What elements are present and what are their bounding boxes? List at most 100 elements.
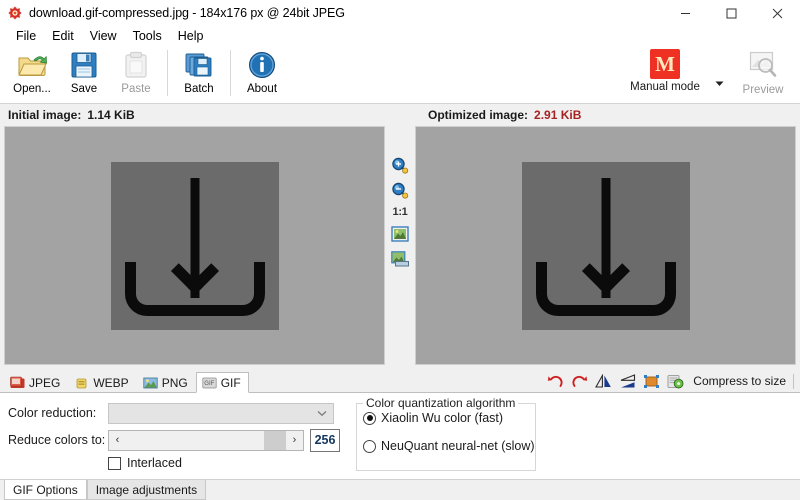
open-button-label: Open... bbox=[13, 83, 51, 95]
optimized-download-arrow-icon bbox=[521, 161, 690, 330]
reduce-colors-value[interactable]: 256 bbox=[310, 428, 340, 452]
format-tab-strip: JPEG WEBP PNG GIF GIF Compress to size bbox=[0, 369, 800, 393]
interlaced-checkbox[interactable] bbox=[108, 456, 121, 470]
quantization-group-title: Color quantization algorithm bbox=[363, 396, 519, 410]
webp-icon bbox=[74, 376, 89, 390]
menu-item-edit[interactable]: Edit bbox=[44, 27, 82, 45]
optimized-image-value: 2.91 KiB bbox=[534, 108, 582, 122]
slider-track[interactable] bbox=[126, 430, 286, 450]
reduce-colors-row: Reduce colors to: ‹ › 256 bbox=[8, 428, 356, 452]
rotate-right-icon[interactable] bbox=[571, 373, 588, 389]
original-download-arrow-icon bbox=[110, 161, 279, 330]
save-floppy-icon bbox=[68, 49, 100, 81]
paste-clipboard-icon bbox=[120, 49, 152, 81]
open-folder-icon bbox=[16, 49, 48, 81]
radio-neuquant-label: NeuQuant neural-net (slow) bbox=[381, 439, 535, 453]
image-tools-group: Compress to size bbox=[547, 370, 800, 392]
reduce-colors-slider[interactable]: ‹ › bbox=[108, 429, 304, 451]
radio-neuquant[interactable]: NeuQuant neural-net (slow) bbox=[357, 432, 535, 460]
reduce-colors-label: Reduce colors to: bbox=[8, 433, 106, 447]
toolbar-right-group: M Manual mode Preview bbox=[617, 46, 800, 102]
tab-webp-label: WEBP bbox=[93, 376, 129, 390]
radio-xiaolin-wu-button[interactable] bbox=[363, 411, 376, 425]
menu-item-view[interactable]: View bbox=[82, 27, 125, 45]
tab-gif[interactable]: GIF GIF bbox=[195, 372, 249, 393]
fit-to-window-icon[interactable] bbox=[390, 225, 410, 243]
zoom-in-icon[interactable] bbox=[390, 156, 410, 174]
resize-icon[interactable] bbox=[643, 373, 660, 389]
tab-webp[interactable]: WEBP bbox=[68, 372, 136, 393]
flip-horizontal-icon[interactable] bbox=[595, 373, 612, 389]
gif-options-left: Color reduction: Reduce colors to: ‹ › 2… bbox=[0, 401, 356, 479]
optimized-image-pane[interactable] bbox=[415, 126, 796, 365]
window-title: download.gif-compressed.jpg - 184x176 px… bbox=[29, 6, 345, 20]
save-button[interactable]: Save bbox=[58, 46, 110, 102]
radio-neuquant-button[interactable] bbox=[363, 439, 376, 453]
color-reduction-select[interactable] bbox=[108, 402, 334, 424]
menu-item-help[interactable]: Help bbox=[170, 27, 212, 45]
about-info-icon bbox=[246, 49, 278, 81]
paste-button: Paste bbox=[110, 46, 162, 102]
image-info-row: Initial image: 1.14 KiB Optimized image:… bbox=[0, 104, 800, 126]
tab-jpeg[interactable]: JPEG bbox=[4, 372, 68, 393]
color-reduction-row: Color reduction: bbox=[8, 401, 356, 425]
actual-size-icon[interactable] bbox=[390, 250, 410, 268]
preview-button: Preview bbox=[734, 46, 792, 96]
preview-area: 1:1 bbox=[0, 126, 800, 369]
tab-image-adjustments[interactable]: Image adjustments bbox=[86, 480, 207, 500]
zoom-out-icon[interactable] bbox=[390, 181, 410, 199]
app-logo-icon bbox=[7, 5, 23, 21]
interlaced-checkbox-row[interactable]: Interlaced bbox=[108, 456, 356, 470]
color-reduction-label: Color reduction: bbox=[8, 406, 97, 420]
batch-button-label: Batch bbox=[184, 83, 214, 95]
optimized-image-label: Optimized image: bbox=[428, 108, 529, 122]
window-controls bbox=[662, 0, 800, 26]
minimize-button[interactable] bbox=[662, 0, 708, 26]
tab-png[interactable]: PNG bbox=[137, 372, 196, 393]
menu-item-tools[interactable]: Tools bbox=[125, 27, 170, 45]
menu-item-file[interactable]: File bbox=[8, 27, 44, 45]
preview-button-label: Preview bbox=[742, 84, 784, 96]
compress-to-size-label[interactable]: Compress to size bbox=[693, 374, 786, 388]
title-bar: download.gif-compressed.jpg - 184x176 px… bbox=[0, 0, 800, 26]
about-button[interactable]: About bbox=[236, 46, 288, 102]
zoom-ratio-label[interactable]: 1:1 bbox=[393, 206, 408, 218]
optimized-image-info: Optimized image: 2.91 KiB bbox=[400, 104, 800, 126]
manual-mode-button[interactable]: M Manual mode bbox=[617, 46, 713, 93]
batch-icon bbox=[183, 49, 215, 81]
slider-thumb[interactable] bbox=[264, 430, 286, 450]
interlaced-label: Interlaced bbox=[127, 456, 182, 470]
flip-vertical-icon[interactable] bbox=[619, 373, 636, 389]
toolbar-separator-2 bbox=[230, 50, 231, 96]
radio-xiaolin-wu-label: Xiaolin Wu color (fast) bbox=[381, 411, 504, 425]
compress-to-size-icon[interactable] bbox=[667, 373, 684, 389]
preview-magnifier-icon bbox=[748, 49, 778, 82]
tab-png-label: PNG bbox=[161, 376, 188, 390]
maximize-button[interactable] bbox=[708, 0, 754, 26]
bottom-tab-strip: GIF Options Image adjustments bbox=[0, 479, 800, 500]
close-button[interactable] bbox=[754, 0, 800, 26]
manual-mode-badge: M bbox=[650, 49, 680, 79]
save-button-label: Save bbox=[70, 83, 98, 95]
quantization-groupbox: Color quantization algorithm Xiaolin Wu … bbox=[356, 396, 536, 471]
initial-image-info: Initial image: 1.14 KiB bbox=[0, 104, 400, 126]
open-button[interactable]: Open... bbox=[6, 46, 58, 102]
paste-button-label: Paste bbox=[121, 83, 151, 95]
mode-dropdown-caret-icon[interactable] bbox=[715, 58, 724, 90]
application-window: download.gif-compressed.jpg - 184x176 px… bbox=[0, 0, 800, 500]
slider-increase-button[interactable]: › bbox=[286, 430, 303, 450]
chevron-down-icon bbox=[317, 406, 327, 420]
zoom-toolbar: 1:1 bbox=[385, 126, 415, 365]
gif-icon: GIF bbox=[202, 376, 217, 390]
tab-jpeg-label: JPEG bbox=[29, 376, 61, 390]
png-icon bbox=[143, 376, 158, 390]
rotate-left-icon[interactable] bbox=[547, 373, 564, 389]
menu-bar: File Edit View Tools Help bbox=[0, 26, 800, 46]
batch-button[interactable]: Batch bbox=[173, 46, 225, 102]
original-image-pane[interactable] bbox=[4, 126, 385, 365]
slider-decrease-button[interactable]: ‹ bbox=[109, 430, 126, 450]
initial-image-label: Initial image: bbox=[8, 108, 82, 122]
gif-options-panel: Color reduction: Reduce colors to: ‹ › 2… bbox=[0, 393, 800, 479]
main-toolbar: Open... Save Paste Batch About M Manual … bbox=[0, 46, 800, 104]
tab-gif-options[interactable]: GIF Options bbox=[4, 480, 87, 500]
